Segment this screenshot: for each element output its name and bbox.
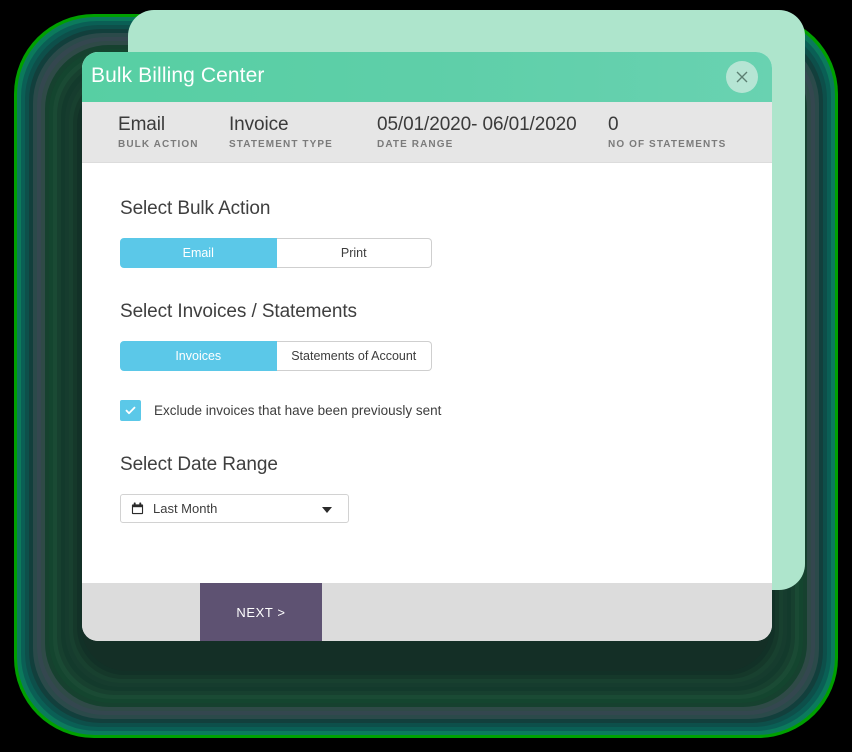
- statements-toggle-group: Invoices Statements of Account: [120, 341, 432, 371]
- statements-section-title: Select Invoices / Statements: [120, 301, 357, 322]
- summary-item-date-range: 05/01/2020- 06/01/2020 DATE RANGE: [377, 114, 608, 150]
- next-button[interactable]: NEXT >: [200, 583, 322, 641]
- summary-value: Invoice: [229, 114, 289, 135]
- summary-value: 05/01/2020- 06/01/2020: [377, 114, 577, 135]
- screen: Bulk Billing Center Email BULK ACTION In…: [0, 0, 852, 752]
- exclude-invoices-label: Exclude invoices that have been previous…: [154, 403, 442, 418]
- summary-value: Email: [118, 114, 166, 135]
- summary-item-bulk-action: Email BULK ACTION: [118, 114, 229, 150]
- summary-label: STATEMENT TYPE: [229, 139, 333, 150]
- date-range-select[interactable]: Last Month: [120, 494, 349, 523]
- chevron-down-icon: [322, 507, 332, 513]
- bulk-action-option-print[interactable]: Print: [276, 238, 432, 268]
- close-button[interactable]: [726, 61, 758, 93]
- bulk-action-option-email[interactable]: Email: [120, 238, 277, 268]
- dialog-footer: NEXT >: [82, 583, 772, 641]
- dialog-body: Select Bulk Action Email Print Select In…: [82, 163, 772, 583]
- summary-item-statement-type: Invoice STATEMENT TYPE: [229, 114, 377, 150]
- dialog-header: Bulk Billing Center: [82, 52, 772, 102]
- bulk-billing-dialog: Bulk Billing Center Email BULK ACTION In…: [82, 52, 772, 641]
- exclude-invoices-row: Exclude invoices that have been previous…: [120, 400, 772, 421]
- date-range-section-title: Select Date Range: [120, 454, 278, 475]
- calendar-icon: [131, 502, 144, 515]
- summary-label: BULK ACTION: [118, 139, 199, 150]
- summary-label: NO OF STATEMENTS: [608, 139, 727, 150]
- date-range-selected-value: Last Month: [153, 501, 218, 516]
- close-icon: [736, 71, 748, 83]
- statements-option-invoices[interactable]: Invoices: [120, 341, 277, 371]
- bulk-action-section-title: Select Bulk Action: [120, 198, 271, 219]
- page-title: Bulk Billing Center: [91, 64, 265, 87]
- bulk-action-toggle-group: Email Print: [120, 238, 432, 268]
- summary-value: 0: [608, 114, 619, 135]
- summary-bar: Email BULK ACTION Invoice STATEMENT TYPE…: [82, 102, 772, 163]
- check-icon: [125, 406, 136, 415]
- summary-item-no-of-statements: 0 NO OF STATEMENTS: [608, 114, 768, 150]
- exclude-invoices-checkbox[interactable]: [120, 400, 141, 421]
- summary-label: DATE RANGE: [377, 139, 454, 150]
- statements-option-statements-of-account[interactable]: Statements of Account: [276, 341, 432, 371]
